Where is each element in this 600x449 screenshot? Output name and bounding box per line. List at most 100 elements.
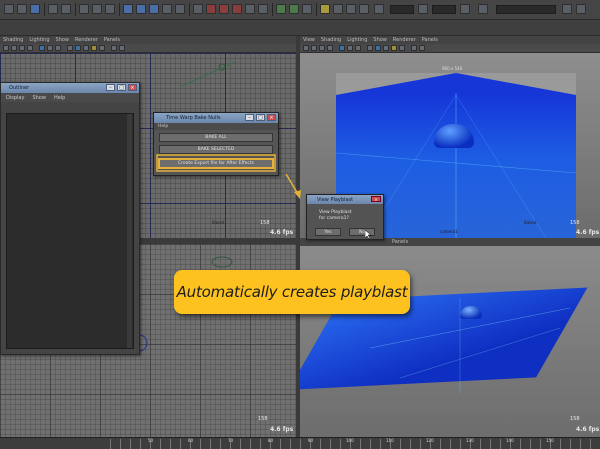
- camera-attr-icon[interactable]: [311, 45, 317, 51]
- input-field[interactable]: [432, 5, 456, 14]
- xray-icon[interactable]: [111, 45, 117, 51]
- lights-icon[interactable]: [91, 45, 97, 51]
- rotate-icon[interactable]: [136, 4, 146, 14]
- outliner-list[interactable]: [6, 113, 134, 349]
- snap-plane-icon[interactable]: [232, 4, 242, 14]
- soft-select-icon[interactable]: [162, 4, 172, 14]
- film-gate-icon[interactable]: [47, 45, 53, 51]
- history-icon[interactable]: [245, 4, 255, 14]
- render-settings-icon[interactable]: [302, 4, 312, 14]
- snap-point-icon[interactable]: [219, 4, 229, 14]
- paint-icon[interactable]: [105, 4, 115, 14]
- image-plane-icon[interactable]: [27, 45, 33, 51]
- sidebar-toggle-icon[interactable]: [478, 4, 488, 14]
- time-slider[interactable]: 50 60 70 80 90 100 110 120 130 140 150: [0, 437, 600, 449]
- textured-icon[interactable]: [83, 45, 89, 51]
- maximize-icon[interactable]: □: [256, 114, 265, 121]
- outliner-window[interactable]: Outliner – □ × Display Show Help: [0, 82, 140, 355]
- frame-tick: 80: [268, 438, 274, 443]
- textured-icon[interactable]: [383, 45, 389, 51]
- menu-panels[interactable]: Panels: [422, 37, 438, 43]
- viewport-bottom-right[interactable]: Panels 158 4.6 fps: [300, 238, 600, 437]
- redo-icon[interactable]: [61, 4, 71, 14]
- menu-view[interactable]: View: [303, 37, 315, 43]
- menu-renderer[interactable]: Renderer: [393, 37, 416, 43]
- menu-lighting[interactable]: Lighting: [347, 37, 367, 43]
- lights-icon[interactable]: [391, 45, 397, 51]
- menu-lighting[interactable]: Lighting: [29, 37, 49, 43]
- snap-grid-icon[interactable]: [193, 4, 203, 14]
- lasso-icon[interactable]: [92, 4, 102, 14]
- move-icon[interactable]: [123, 4, 133, 14]
- camera-attr-icon[interactable]: [11, 45, 17, 51]
- search-input[interactable]: [496, 5, 556, 14]
- wireframe-icon[interactable]: [67, 45, 73, 51]
- close-icon[interactable]: ×: [267, 114, 276, 121]
- close-icon[interactable]: ×: [371, 196, 381, 202]
- minimize-icon[interactable]: –: [245, 114, 254, 121]
- menu-show[interactable]: Show: [32, 95, 46, 101]
- wireframe-icon[interactable]: [367, 45, 373, 51]
- film-gate-icon[interactable]: [347, 45, 353, 51]
- shadows-icon[interactable]: [399, 45, 405, 51]
- bookmark-icon[interactable]: [319, 45, 325, 51]
- layout-icon[interactable]: [576, 4, 586, 14]
- save-icon[interactable]: [30, 4, 40, 14]
- panel-splitter[interactable]: [296, 36, 300, 437]
- shadows-icon[interactable]: [99, 45, 105, 51]
- scrollbar[interactable]: [127, 114, 132, 348]
- snap-curve-icon[interactable]: [206, 4, 216, 14]
- isolate-icon[interactable]: [419, 45, 425, 51]
- grid-icon[interactable]: [339, 45, 345, 51]
- menu-panels[interactable]: Panels: [104, 37, 120, 43]
- attribute-icon[interactable]: [333, 4, 343, 14]
- resolution-gate-icon[interactable]: [355, 45, 361, 51]
- menu-shading[interactable]: Shading: [3, 37, 23, 43]
- smooth-shade-icon[interactable]: [375, 45, 381, 51]
- channel-icon[interactable]: [346, 4, 356, 14]
- time-ruler[interactable]: [110, 439, 600, 449]
- xray-icon[interactable]: [411, 45, 417, 51]
- hypershade-icon[interactable]: [320, 4, 330, 14]
- minimize-icon[interactable]: –: [106, 84, 115, 91]
- file-icon[interactable]: [4, 4, 14, 14]
- menu-panels[interactable]: Panels: [392, 239, 408, 245]
- scale-icon[interactable]: [149, 4, 159, 14]
- menu-show[interactable]: Show: [373, 37, 387, 43]
- undo-icon[interactable]: [48, 4, 58, 14]
- sidebar-toggle-icon[interactable]: [460, 4, 470, 14]
- select-icon[interactable]: [79, 4, 89, 14]
- grid-icon[interactable]: [39, 45, 45, 51]
- bake-selected-button[interactable]: BAKE SELECTED: [159, 145, 273, 154]
- isolate-icon[interactable]: [119, 45, 125, 51]
- camera-icon[interactable]: [303, 45, 309, 51]
- close-icon[interactable]: ×: [128, 84, 137, 91]
- layout-icon[interactable]: [562, 4, 572, 14]
- menu-show[interactable]: Show: [56, 37, 70, 43]
- manipulator-icon[interactable]: [175, 4, 185, 14]
- image-plane-icon[interactable]: [327, 45, 333, 51]
- input-field[interactable]: [390, 5, 414, 14]
- smooth-shade-icon[interactable]: [75, 45, 81, 51]
- frame-tick: 140: [506, 438, 514, 443]
- render-icon[interactable]: [276, 4, 286, 14]
- bake-all-button[interactable]: BAKE ALL: [159, 133, 273, 142]
- menu-display[interactable]: Display: [6, 95, 24, 101]
- menu-renderer[interactable]: Renderer: [75, 37, 98, 43]
- playblast-dialog[interactable]: View Playblast × View Playblast for came…: [306, 194, 384, 240]
- construction-icon[interactable]: [258, 4, 268, 14]
- open-icon[interactable]: [17, 4, 27, 14]
- menu-help[interactable]: Help: [54, 95, 65, 101]
- menu-help[interactable]: Help: [158, 124, 168, 129]
- menu-shading[interactable]: Shading: [321, 37, 341, 43]
- input-lock-icon[interactable]: [418, 4, 428, 14]
- maximize-icon[interactable]: □: [117, 84, 126, 91]
- bookmark-icon[interactable]: [19, 45, 25, 51]
- input-mode-icon[interactable]: [374, 4, 384, 14]
- yes-button[interactable]: Yes: [315, 228, 341, 236]
- camera-icon[interactable]: [3, 45, 9, 51]
- tool-settings-icon[interactable]: [359, 4, 369, 14]
- resolution-gate-icon[interactable]: [55, 45, 61, 51]
- dome-object[interactable]: [460, 306, 482, 319]
- ipr-render-icon[interactable]: [289, 4, 299, 14]
